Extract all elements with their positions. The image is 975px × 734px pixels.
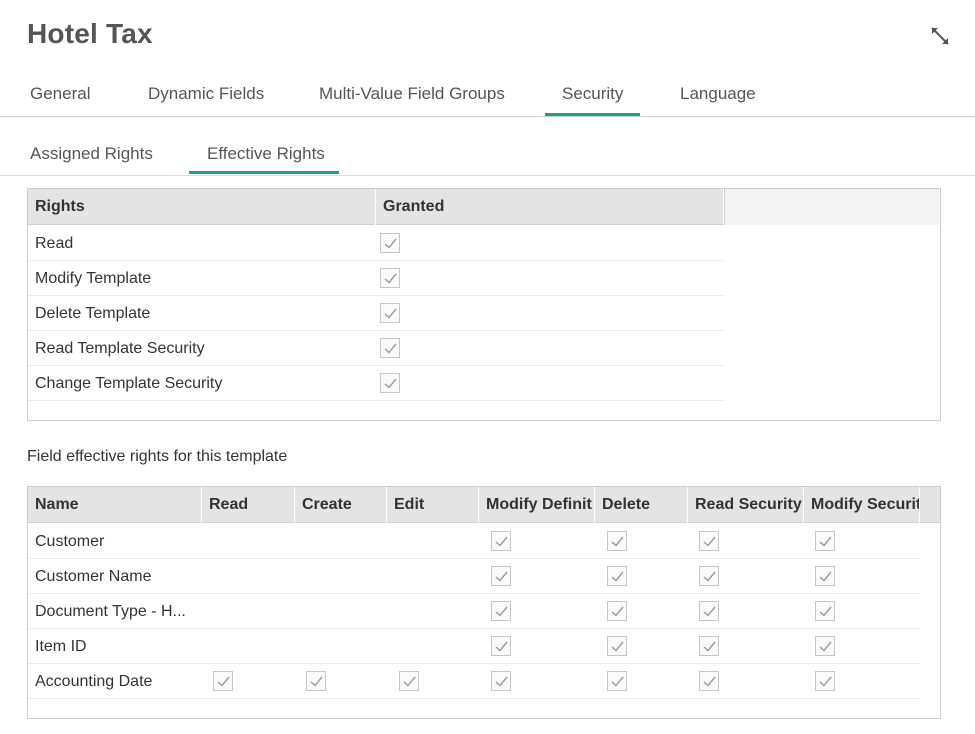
field-name: Customer [35, 533, 105, 550]
field-rights-caption: Field effective rights for this template [27, 448, 288, 465]
column-header-delete[interactable]: Delete [595, 487, 688, 523]
subtab-effective-rights[interactable]: Effective Rights [207, 144, 325, 164]
column-header-read-security[interactable]: Read Security [688, 487, 804, 523]
main-tabs: General Dynamic Fields Multi-Value Field… [0, 76, 975, 117]
tab-language[interactable]: Language [680, 84, 756, 104]
table-row[interactable]: Accounting Date [28, 664, 920, 699]
right-checkbox [213, 671, 233, 691]
table-row[interactable]: Read [28, 226, 724, 261]
expand-arrows-icon[interactable] [928, 24, 952, 48]
right-checkbox [699, 636, 719, 656]
column-header-modify-definition[interactable]: Modify Definit [479, 487, 595, 523]
tab-general[interactable]: General [30, 84, 90, 104]
column-header-empty [724, 189, 940, 225]
column-header-name[interactable]: Name [28, 487, 202, 523]
right-checkbox [815, 566, 835, 586]
right-checkbox [607, 636, 627, 656]
right-checkbox [306, 671, 326, 691]
right-checkbox [607, 671, 627, 691]
right-name: Read Template Security [35, 340, 205, 357]
active-tab-indicator [545, 113, 640, 116]
field-rights-table: Name Read Create Edit Modify Definit Del… [27, 486, 941, 719]
right-checkbox [815, 671, 835, 691]
right-checkbox [399, 671, 419, 691]
tab-multi-value-field-groups[interactable]: Multi-Value Field Groups [319, 84, 505, 104]
field-rights-table-header: Name Read Create Edit Modify Definit Del… [28, 487, 940, 523]
table-row[interactable]: Delete Template [28, 296, 724, 331]
subtab-assigned-rights[interactable]: Assigned Rights [30, 144, 153, 164]
table-row[interactable]: Modify Template [28, 261, 724, 296]
field-name: Customer Name [35, 568, 152, 585]
right-checkbox [699, 601, 719, 621]
right-checkbox [491, 531, 511, 551]
table-row[interactable]: Item ID [28, 629, 920, 664]
right-checkbox [815, 601, 835, 621]
table-row[interactable]: Read Template Security [28, 331, 724, 366]
right-name: Delete Template [35, 305, 151, 322]
column-header-create[interactable]: Create [295, 487, 387, 523]
granted-checkbox [380, 338, 400, 358]
right-name: Read [35, 235, 74, 252]
granted-checkbox [380, 373, 400, 393]
right-checkbox [491, 636, 511, 656]
right-checkbox [699, 531, 719, 551]
page-title: Hotel Tax [27, 18, 153, 49]
right-checkbox [607, 531, 627, 551]
right-checkbox [607, 601, 627, 621]
right-checkbox [491, 566, 511, 586]
right-name: Change Template Security [35, 375, 223, 392]
field-name: Document Type - H... [35, 603, 186, 620]
table-row[interactable]: Change Template Security [28, 366, 724, 401]
column-header-modify-security[interactable]: Modify Securit [804, 487, 920, 523]
column-header-rights[interactable]: Rights [28, 189, 376, 225]
right-checkbox [491, 671, 511, 691]
right-checkbox [607, 566, 627, 586]
right-checkbox [491, 601, 511, 621]
right-checkbox [815, 531, 835, 551]
column-header-granted[interactable]: Granted [376, 189, 724, 225]
column-header-edit[interactable]: Edit [387, 487, 479, 523]
table-row[interactable]: Customer [28, 524, 920, 559]
table-row[interactable]: Document Type - H... [28, 594, 920, 629]
table-row[interactable]: Customer Name [28, 559, 920, 594]
right-checkbox [815, 636, 835, 656]
granted-checkbox [380, 303, 400, 323]
sub-tabs: Assigned Rights Effective Rights [0, 136, 975, 176]
tab-security[interactable]: Security [562, 84, 623, 104]
rights-table: Rights Granted Read Modify Template Delete… [27, 188, 941, 421]
active-subtab-indicator [189, 171, 339, 174]
right-checkbox [699, 671, 719, 691]
tab-dynamic-fields[interactable]: Dynamic Fields [148, 84, 264, 104]
column-header-read[interactable]: Read [202, 487, 295, 523]
field-name: Accounting Date [35, 673, 153, 690]
right-name: Modify Template [35, 270, 152, 287]
rights-table-header: Rights Granted [28, 189, 940, 225]
granted-checkbox [380, 268, 400, 288]
granted-checkbox [380, 233, 400, 253]
right-checkbox [699, 566, 719, 586]
field-name: Item ID [35, 638, 87, 655]
